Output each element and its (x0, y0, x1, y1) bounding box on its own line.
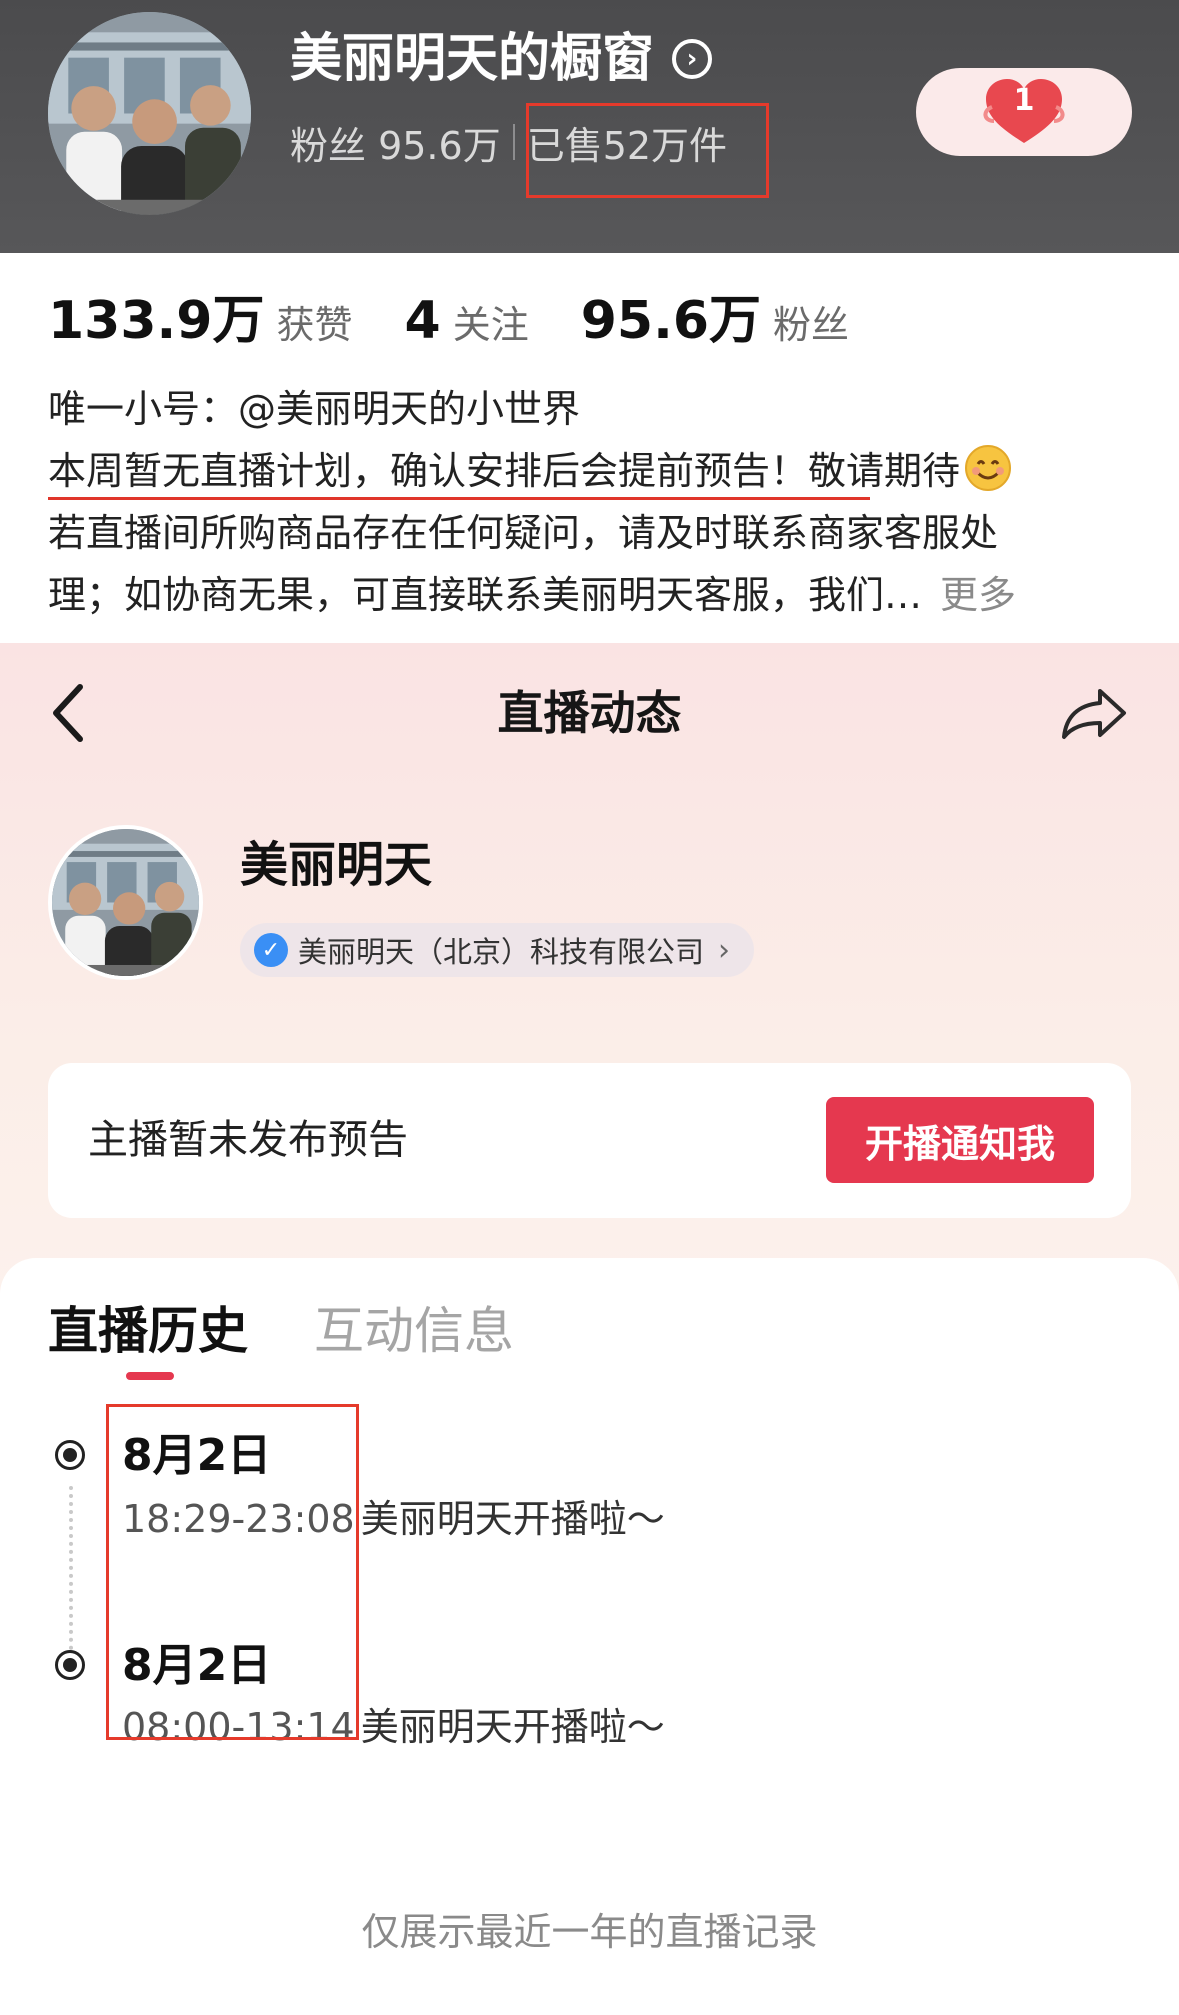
likes-count: 133.9万 (48, 291, 265, 351)
history-card: 直播历史 互动信息 8月2日 18:29-23:08 美丽明天开播啦～ 8月2日 … (0, 1258, 1179, 2015)
chevron-right-icon: › (718, 932, 731, 968)
bio-text: 若直播间所购商品存在任何疑问，请及时联系商家客服处 (48, 511, 999, 555)
bio-line: 唯一小号：@美丽明天的小世界 (48, 378, 1138, 440)
entry-desc: 美丽明天开播啦～ (360, 1705, 665, 1749)
avatar-photo (52, 829, 199, 976)
share-icon[interactable] (1060, 685, 1130, 741)
shop-header: 美丽明天的橱窗 › 粉丝 95.6万 已售52万件 1 (0, 0, 1179, 253)
bio-line: 若直播间所购商品存在任何疑问，请及时联系商家客服处 (48, 502, 1138, 564)
divider (512, 124, 515, 160)
timeline-dot (55, 1650, 85, 1680)
shop-title-text: 美丽明天的橱窗 (290, 29, 655, 89)
bio-text: 理；如协商无果，可直接联系美丽明天客服，我们… (48, 573, 923, 617)
notice-text: 主播暂未发布预告 (88, 1117, 408, 1163)
likes-label: 获赞 (276, 303, 353, 347)
page-title: 直播动态 (497, 686, 682, 740)
bio-underline-annotation (48, 497, 870, 500)
bio-text: 敬请期待 (808, 449, 961, 493)
fans-count[interactable]: 95.6万 (581, 278, 761, 353)
shop-fans: 粉丝 95.6万 (290, 123, 501, 168)
bio-line: 理；如协商无果，可直接联系美丽明天客服，我们… 更多 (48, 564, 1138, 626)
following-count[interactable]: 4 (405, 291, 441, 351)
sold-highlight-box (526, 103, 769, 198)
timeline-connector (69, 1486, 73, 1666)
verified-company-name: 美丽明天（北京）科技有限公司 (298, 935, 705, 969)
tab-interaction-info[interactable]: 互动信息 (314, 1298, 514, 1364)
avatar-photo (48, 12, 251, 215)
profile-stats: 133.9万 获赞 4 关注 95.6万 粉丝 (48, 278, 901, 351)
bio-text: 唯一小号：@美丽明天的小世界 (48, 387, 581, 431)
tab-live-history[interactable]: 直播历史 (48, 1298, 248, 1364)
smile-emoji-icon (964, 444, 1012, 492)
bio-line: 本周暂无直播计划，确认安排后会提前预告！敬请期待 (48, 440, 1138, 502)
bio-text: 本周暂无直播计划，确认安排后会提前预告！ (48, 449, 809, 493)
verified-company-pill[interactable]: ✓ 美丽明天（北京）科技有限公司 › (240, 923, 755, 977)
shop-avatar[interactable] (48, 12, 251, 215)
anchor-name: 美丽明天 (240, 837, 433, 893)
footer-note: 仅展示最近一年的直播记录 (361, 1910, 818, 1954)
preview-notice-card: 主播暂未发布预告 开播通知我 (48, 1063, 1131, 1218)
shop-title[interactable]: 美丽明天的橱窗 › (290, 28, 713, 90)
tab-indicator (126, 1372, 174, 1380)
chevron-right-icon: › (672, 39, 713, 79)
notify-me-button[interactable]: 开播通知我 (826, 1097, 1094, 1183)
dates-highlight-box (106, 1404, 359, 1740)
entry-desc: 美丽明天开播啦～ (360, 1497, 665, 1541)
following-label[interactable]: 关注 (453, 294, 529, 349)
timeline-dot (55, 1440, 85, 1470)
cart-count: 1 (1013, 83, 1035, 118)
fans-label[interactable]: 粉丝 (773, 294, 849, 349)
heart-icon: 1 (982, 77, 1066, 147)
verified-check-icon: ✓ (254, 933, 288, 967)
cart-button[interactable]: 1 (916, 68, 1132, 156)
profile-bio: 唯一小号：@美丽明天的小世界 本周暂无直播计划，确认安排后会提前预告！敬请期待 … (48, 378, 1138, 626)
anchor-avatar[interactable] (48, 825, 203, 980)
more-link[interactable]: 更多 (940, 573, 1016, 617)
